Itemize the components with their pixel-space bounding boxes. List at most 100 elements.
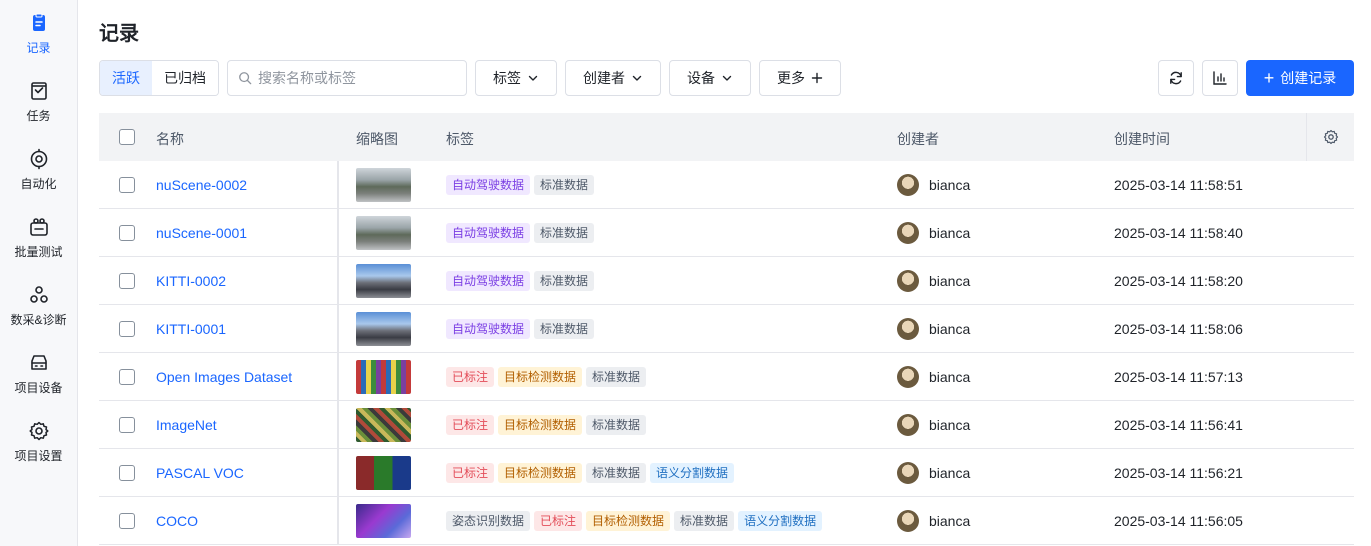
task-icon [30, 82, 47, 100]
creator-filter-dropdown[interactable]: 创建者 [565, 60, 661, 96]
table-row[interactable]: PASCAL VOC 已标注 目标检测数据 标准数据 语义分割数据 bianca 2025-… [99, 449, 1354, 497]
creator-name: bianca [929, 273, 971, 289]
sidebar-item-automation[interactable]: 自动化 [0, 136, 77, 204]
search-input[interactable] [258, 70, 458, 86]
sidebar-item-settings[interactable]: 项目设置 [0, 408, 77, 476]
table-row[interactable]: COCO 姿态识别数据 已标注 目标检测数据 标准数据 语义分割数据 bianca 2025-… [99, 497, 1354, 545]
table-header: 名称 缩略图 标签 创建者 创建时间 [99, 113, 1354, 161]
tags-filter-dropdown[interactable]: 标签 [475, 60, 557, 96]
record-name-link[interactable]: nuScene-0002 [156, 177, 247, 193]
record-name-link[interactable]: KITTI-0001 [156, 321, 226, 337]
creator-name: bianca [929, 513, 971, 529]
record-thumbnail[interactable] [356, 312, 411, 346]
column-divider [337, 161, 339, 545]
table-row[interactable]: KITTI-0001 自动驾驶数据 标准数据 bianca 2025-03-14 11:… [99, 305, 1354, 353]
creator-filter-label: 创建者 [583, 70, 625, 86]
column-settings-button[interactable] [1306, 113, 1354, 161]
row-checkbox[interactable] [119, 225, 135, 241]
tag-badge: 语义分割数据 [650, 463, 735, 483]
row-checkbox[interactable] [119, 369, 135, 385]
page-title: 记录 [99, 23, 139, 45]
table-row[interactable]: KITTI-0002 自动驾驶数据 标准数据 bianca 2025-03-14 11:… [99, 257, 1354, 305]
record-thumbnail[interactable] [356, 408, 411, 442]
record-thumbnail[interactable] [356, 456, 411, 490]
sidebar-item-label: 批量测试 [14, 245, 63, 259]
tag-badge: 语义分割数据 [738, 511, 823, 531]
avatar [897, 414, 919, 436]
statistics-button[interactable] [1202, 60, 1238, 96]
created-at: 2025-03-14 11:58:51 [1114, 177, 1243, 193]
chevron-down-icon [528, 75, 538, 81]
avatar [897, 510, 919, 532]
record-thumbnail[interactable] [356, 264, 411, 298]
tag-badge: 姿态识别数据 [446, 511, 531, 531]
avatar [897, 174, 919, 196]
creator-name: bianca [929, 177, 971, 193]
sidebar-item-diagnosis[interactable]: 数采&诊断 [0, 272, 77, 340]
toolbar: 活跃 已归档 标签 创建者 设备 更多 [99, 60, 1354, 96]
created-at: 2025-03-14 11:58:40 [1114, 225, 1243, 241]
sidebar-item-label: 任务 [26, 109, 51, 123]
record-icon [32, 13, 45, 31]
tag-badge: 自动驾驶数据 [446, 271, 531, 291]
sidebar-item-batch-test[interactable]: 批量测试 [0, 204, 77, 272]
device-filter-dropdown[interactable]: 设备 [669, 60, 751, 96]
device-icon [30, 355, 47, 370]
segment-archived[interactable]: 已归档 [152, 61, 218, 95]
row-checkbox[interactable] [119, 321, 135, 337]
table-body: nuScene-0002 自动驾驶数据标准数据 bianca 2025-03-14 1… [99, 161, 1354, 545]
refresh-button[interactable] [1158, 60, 1194, 96]
record-name-link[interactable]: nuScene-0001 [156, 225, 247, 241]
row-checkbox[interactable] [119, 177, 135, 193]
sidebar-item-device[interactable]: 项目设备 [0, 340, 77, 408]
record-name-link[interactable]: KITTI-0002 [156, 273, 226, 289]
batch-test-icon [29, 218, 48, 236]
table-row[interactable]: ImageNet 已标注 目标检测数据 标准数据 bianca 2025-03-14 11… [99, 401, 1354, 449]
sidebar-item-record[interactable]: 记录 [0, 0, 77, 68]
tag-badge: 标准数据 [586, 367, 647, 387]
tag-badge: 已标注 [446, 463, 495, 483]
avatar [897, 366, 919, 388]
select-all-checkbox[interactable] [119, 129, 135, 145]
record-thumbnail[interactable] [356, 168, 411, 202]
record-name-link[interactable]: PASCAL VOC [156, 465, 244, 481]
sidebar-item-task[interactable]: 任务 [0, 68, 77, 136]
search-box[interactable] [227, 60, 467, 96]
search-icon [239, 72, 252, 85]
record-name-link[interactable]: ImageNet [156, 417, 217, 433]
creator-name: bianca [929, 225, 971, 241]
row-checkbox[interactable] [119, 465, 135, 481]
record-thumbnail[interactable] [356, 216, 411, 250]
created-at: 2025-03-14 11:56:05 [1114, 513, 1243, 529]
record-thumbnail[interactable] [356, 504, 411, 538]
sidebar-item-label: 项目设备 [14, 381, 63, 395]
device-filter-label: 设备 [687, 70, 715, 86]
record-thumbnail[interactable] [356, 360, 411, 394]
column-header-tags: 标签 [446, 131, 474, 147]
row-checkbox[interactable] [119, 513, 135, 529]
tag-badge: 已标注 [446, 415, 495, 435]
column-header-name[interactable]: 名称 [156, 129, 184, 149]
sidebar-item-label: 记录 [26, 41, 51, 55]
tag-badge: 自动驾驶数据 [446, 175, 531, 195]
more-filters-label: 更多 [777, 70, 805, 86]
column-header-created-at[interactable]: 创建时间 [1114, 129, 1170, 149]
settings-icon [28, 421, 49, 441]
table-row[interactable]: Open Images Dataset 已标注 目标检测数据 标准数据 bianca 20… [99, 353, 1354, 401]
create-record-button[interactable]: + 创建记录 [1246, 60, 1354, 96]
table-row[interactable]: nuScene-0002 自动驾驶数据 标准数据 bianca 2025-03-14 1… [99, 161, 1354, 209]
segment-active[interactable]: 活跃 [100, 61, 152, 95]
created-at: 2025-03-14 11:56:21 [1114, 465, 1243, 481]
tag-badge: 标准数据 [586, 463, 647, 483]
column-header-creator[interactable]: 创建者 [897, 129, 939, 149]
more-filters-button[interactable]: 更多 [759, 60, 841, 96]
record-name-link[interactable]: COCO [156, 513, 198, 529]
plus-icon [811, 72, 823, 84]
row-checkbox[interactable] [119, 417, 135, 433]
record-name-link[interactable]: Open Images Dataset [156, 369, 292, 385]
diagnosis-icon [29, 286, 48, 303]
table-row[interactable]: nuScene-0001 自动驾驶数据 标准数据 bianca 2025-03-14 1… [99, 209, 1354, 257]
tag-badge: 目标检测数据 [498, 415, 583, 435]
row-checkbox[interactable] [119, 273, 135, 289]
records-table: 名称 缩略图 标签 创建者 创建时间 nuScene-0002 自动驾驶数据标准数… [99, 113, 1354, 545]
